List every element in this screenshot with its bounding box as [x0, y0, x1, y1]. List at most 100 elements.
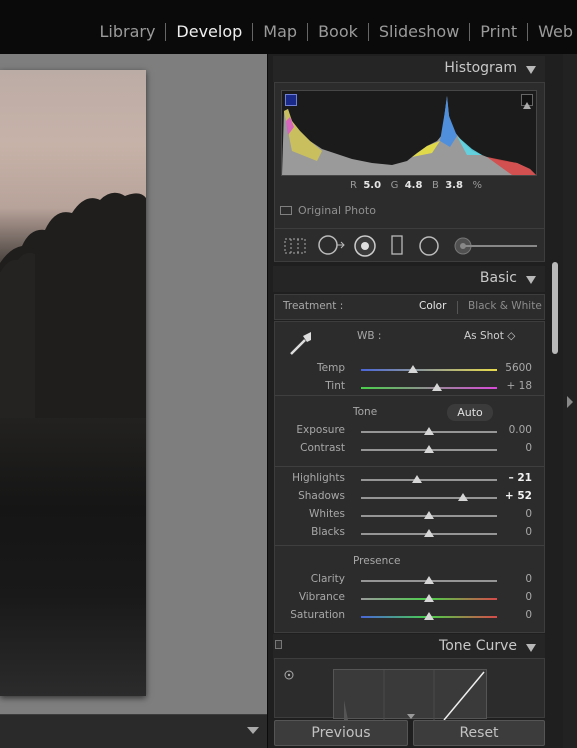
- histogram-header[interactable]: Histogram: [273, 56, 545, 82]
- basic-header[interactable]: Basic: [273, 266, 545, 292]
- module-picker: Library Develop Map Book Slideshow Print…: [89, 19, 577, 45]
- vibrance-label: Vibrance: [298, 591, 345, 603]
- eyedropper-icon[interactable]: [285, 328, 315, 358]
- treatment-color-option[interactable]: Color: [419, 300, 446, 312]
- whites-slider-thumb[interactable]: [424, 511, 434, 519]
- histogram-curve: [282, 96, 536, 175]
- original-photo-label: Original Photo: [298, 204, 376, 217]
- photo-canvas[interactable]: [0, 54, 267, 714]
- filmstrip-bar: [0, 714, 267, 748]
- bottom-button-row: Previous Reset: [268, 714, 564, 748]
- contrast-slider[interactable]: [361, 445, 497, 453]
- contrast-value[interactable]: 0: [492, 442, 532, 454]
- tint-slider-thumb[interactable]: [432, 383, 443, 391]
- tint-slider[interactable]: [361, 383, 497, 391]
- whites-label: Whites: [308, 508, 345, 520]
- tint-value[interactable]: + 18: [492, 380, 533, 392]
- basic-title: Basic: [479, 270, 517, 286]
- module-map[interactable]: Map: [253, 19, 307, 45]
- presence-heading: Presence: [353, 555, 401, 567]
- collapse-triangle-icon[interactable]: [526, 66, 536, 74]
- whites-value[interactable]: 0: [492, 508, 532, 520]
- highlights-slider[interactable]: [361, 475, 497, 483]
- tone-curve-title: Tone Curve: [439, 638, 517, 654]
- histogram-graph[interactable]: [281, 90, 537, 176]
- saturation-value[interactable]: 0: [492, 609, 532, 621]
- radial-filter-icon[interactable]: [417, 234, 441, 258]
- whites-slider[interactable]: [361, 511, 497, 519]
- panel-resize-icon[interactable]: [407, 714, 415, 719]
- tone-heading: Tone: [353, 406, 378, 418]
- crop-overlay-icon[interactable]: [283, 237, 307, 255]
- module-web[interactable]: Web: [528, 19, 577, 45]
- develop-right-panel: Histogram R 5.0 G 4.8 B 3.8 % Original P…: [267, 54, 563, 748]
- spot-removal-icon[interactable]: [317, 234, 345, 256]
- temp-slider[interactable]: [361, 365, 497, 373]
- wb-label: WB :: [357, 330, 382, 342]
- brush-size-slider[interactable]: [465, 245, 537, 247]
- module-develop[interactable]: Develop: [166, 19, 252, 45]
- blacks-value[interactable]: 0: [492, 526, 532, 538]
- highlights-value[interactable]: – 21: [492, 472, 532, 484]
- collapse-triangle-icon[interactable]: [526, 644, 536, 652]
- clarity-slider-thumb[interactable]: [424, 576, 434, 584]
- exposure-label: Exposure: [296, 424, 345, 436]
- graduated-filter-icon[interactable]: [389, 234, 405, 256]
- histogram-readout: R 5.0 G 4.8 B 3.8 %: [350, 180, 482, 191]
- wb-select[interactable]: As Shot ◇: [464, 330, 515, 342]
- saturation-slider[interactable]: [361, 612, 497, 620]
- temp-value[interactable]: 5600: [492, 362, 532, 374]
- tone-curve-graph[interactable]: [333, 669, 487, 721]
- shadows-slider[interactable]: [361, 493, 497, 501]
- vibrance-slider-thumb[interactable]: [424, 594, 434, 602]
- blacks-slider-thumb[interactable]: [424, 529, 434, 537]
- original-photo-toggle[interactable]: Original Photo: [280, 204, 376, 217]
- collapse-triangle-icon[interactable]: [526, 276, 536, 284]
- shadows-slider-thumb[interactable]: [458, 493, 468, 501]
- saturation-slider-thumb[interactable]: [424, 612, 434, 620]
- treatment-label: Treatment :: [283, 300, 344, 312]
- module-library[interactable]: Library: [89, 19, 165, 45]
- section-divider: [275, 545, 544, 546]
- g-value: 4.8: [404, 180, 423, 191]
- panel-switch-icon[interactable]: [275, 640, 282, 649]
- previous-button[interactable]: Previous: [274, 720, 408, 746]
- reset-button[interactable]: Reset: [413, 720, 545, 746]
- temp-label: Temp: [317, 362, 345, 374]
- exposure-slider-thumb[interactable]: [424, 427, 434, 435]
- vibrance-slider[interactable]: [361, 594, 497, 602]
- histogram-title: Histogram: [444, 60, 517, 76]
- module-slideshow[interactable]: Slideshow: [369, 19, 469, 45]
- panel-scrollbar[interactable]: [552, 262, 558, 354]
- clarity-value[interactable]: 0: [492, 573, 532, 585]
- highlights-slider-thumb[interactable]: [411, 475, 422, 483]
- section-divider: [275, 466, 544, 467]
- contrast-label: Contrast: [300, 442, 345, 454]
- saturation-label: Saturation: [290, 609, 345, 621]
- exposure-value[interactable]: 0.00: [492, 424, 532, 436]
- exposure-slider[interactable]: [361, 427, 497, 435]
- highlights-label: Highlights: [292, 472, 345, 484]
- module-print[interactable]: Print: [470, 19, 527, 45]
- treatment-divider: [457, 301, 458, 314]
- clarity-slider[interactable]: [361, 576, 497, 584]
- target-adjust-icon[interactable]: [283, 669, 295, 681]
- b-value: 3.8: [445, 180, 463, 191]
- right-panel-gutter: [563, 54, 577, 748]
- contrast-slider-thumb[interactable]: [424, 445, 434, 453]
- module-book[interactable]: Book: [308, 19, 368, 45]
- red-eye-icon[interactable]: [353, 234, 377, 258]
- treatment-bw-option[interactable]: Black & White: [468, 300, 542, 312]
- original-photo-checkbox[interactable]: [280, 206, 292, 215]
- blacks-slider[interactable]: [361, 529, 497, 537]
- temp-slider-thumb[interactable]: [407, 365, 418, 373]
- tone-curve-header[interactable]: Tone Curve: [273, 634, 545, 660]
- r-value: 5.0: [363, 180, 382, 191]
- right-panel-toggle-icon[interactable]: [567, 396, 573, 408]
- auto-tone-button[interactable]: Auto: [447, 404, 493, 421]
- vibrance-value[interactable]: 0: [492, 591, 532, 603]
- photo-preview[interactable]: [0, 70, 146, 696]
- tree-silhouette: [0, 192, 146, 418]
- filmstrip-toggle-icon[interactable]: [247, 727, 259, 734]
- shadows-value[interactable]: + 52: [492, 490, 532, 502]
